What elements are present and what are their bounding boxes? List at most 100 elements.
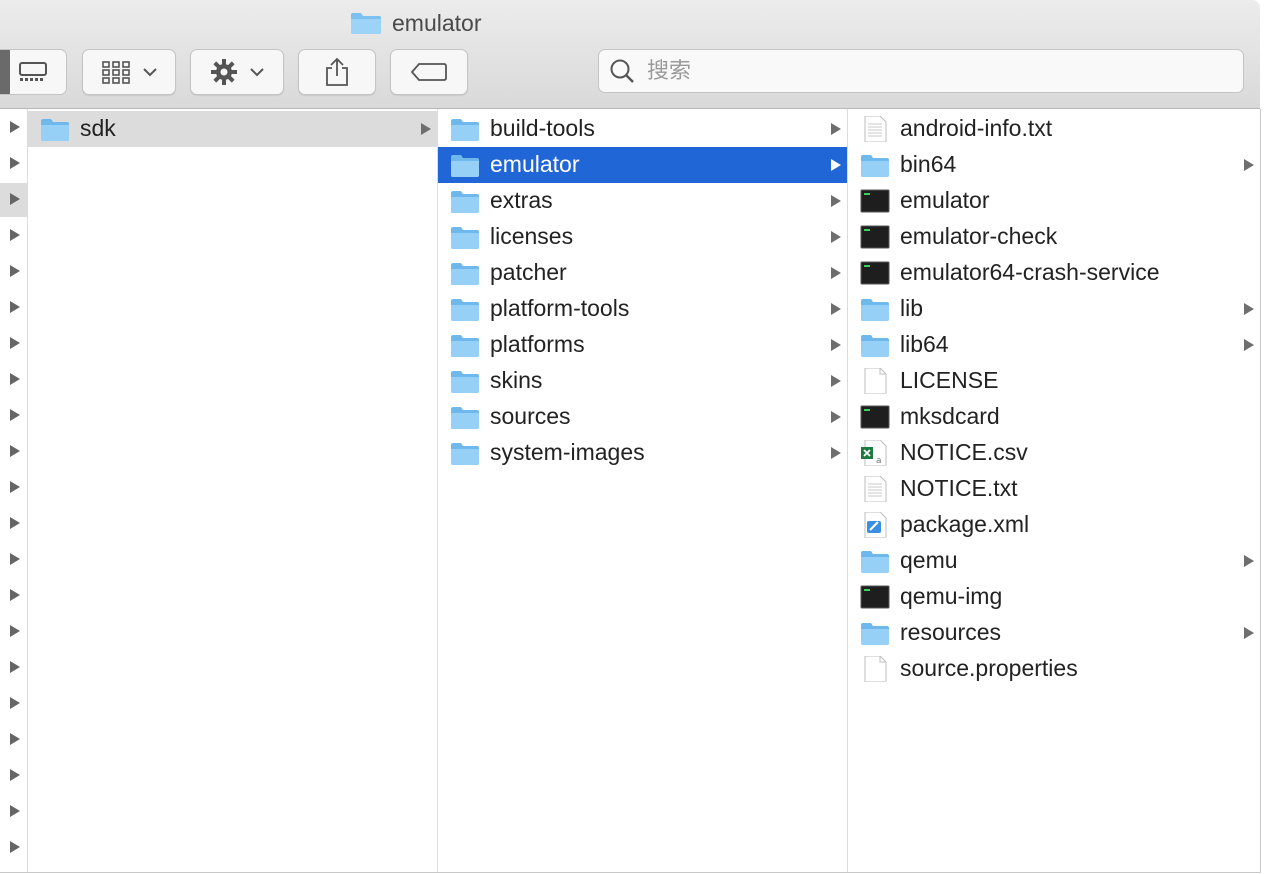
- sdk-column: sdk: [28, 109, 438, 872]
- parent-item-arrow-icon[interactable]: [10, 733, 20, 745]
- emulator-contents-item[interactable]: qemu-img: [848, 579, 1260, 615]
- parent-item-arrow-icon[interactable]: [10, 697, 20, 709]
- sdk-contents-item[interactable]: licenses: [438, 219, 847, 255]
- parent-item-arrow-icon[interactable]: [10, 769, 20, 781]
- parent-item-arrow-icon[interactable]: [10, 517, 20, 529]
- emulator-contents-item[interactable]: package.xml: [848, 507, 1260, 543]
- tags-button[interactable]: [390, 49, 468, 95]
- emulator-contents-item[interactable]: a NOTICE.csv: [848, 435, 1260, 471]
- terminal-exec-icon: [860, 405, 890, 429]
- search-input[interactable]: [645, 57, 1209, 85]
- sdk-contents-item[interactable]: sources: [438, 399, 847, 435]
- parent-column: [0, 109, 28, 872]
- emulator-contents-item[interactable]: emulator64-crash-service: [848, 255, 1260, 291]
- emulator-contents-item[interactable]: lib: [848, 291, 1260, 327]
- parent-item-arrow-icon[interactable]: [10, 625, 20, 637]
- item-label: NOTICE.txt: [900, 475, 1018, 501]
- item-label: LICENSE: [900, 367, 999, 393]
- gallery-view-icon: [19, 62, 47, 81]
- sdk-contents-item[interactable]: build-tools: [438, 111, 847, 147]
- parent-item-arrow-icon[interactable]: [10, 841, 20, 853]
- action-menu-button[interactable]: [190, 49, 284, 95]
- item-label: emulator-check: [900, 223, 1058, 249]
- search-icon: [610, 59, 634, 83]
- disclosure-arrow-icon: [1244, 159, 1254, 171]
- item-label: qemu-img: [900, 583, 1003, 609]
- sdk-contents-item[interactable]: system-images: [438, 435, 847, 471]
- folder-icon: [451, 335, 479, 357]
- folder-icon: [451, 443, 479, 465]
- folder-icon: [451, 299, 479, 321]
- disclosure-arrow-icon: [831, 447, 841, 459]
- item-label: licenses: [490, 223, 574, 249]
- emulator-contents-item[interactable]: android-info.txt: [848, 111, 1260, 147]
- disclosure-arrow-icon: [831, 123, 841, 135]
- parent-item-arrow-icon[interactable]: [10, 301, 20, 313]
- folder-icon: [861, 155, 889, 177]
- disclosure-arrow-icon: [1244, 627, 1254, 639]
- emulator-contents-item[interactable]: resources: [848, 615, 1260, 651]
- chevron-down-icon: [250, 68, 264, 77]
- folder-icon: [451, 407, 479, 429]
- parent-item-arrow-icon[interactable]: [10, 481, 20, 493]
- blank-file-icon: [864, 368, 887, 394]
- parent-item-arrow-icon[interactable]: [10, 409, 20, 421]
- item-label: platforms: [490, 331, 585, 357]
- sdk-contents-item[interactable]: extras: [438, 183, 847, 219]
- item-label: emulator64-crash-service: [900, 259, 1160, 285]
- emulator-contents-item[interactable]: bin64: [848, 147, 1260, 183]
- parent-item-arrow-icon[interactable]: [10, 373, 20, 385]
- terminal-exec-icon: [860, 261, 890, 285]
- sdk-contents-item[interactable]: platform-tools: [438, 291, 847, 327]
- emulator-contents-item[interactable]: LICENSE: [848, 363, 1260, 399]
- parent-item-arrow-icon[interactable]: [10, 805, 20, 817]
- sdk-contents-item[interactable]: skins: [438, 363, 847, 399]
- disclosure-arrow-icon: [831, 303, 841, 315]
- emulator-contents-item[interactable]: lib64: [848, 327, 1260, 363]
- parent-item-arrow-icon[interactable]: [10, 121, 20, 133]
- folder-icon: [861, 551, 889, 573]
- item-label: skins: [490, 367, 543, 393]
- parent-item-arrow-icon[interactable]: [10, 661, 20, 673]
- parent-item-arrow-icon[interactable]: [10, 265, 20, 277]
- sdk-contents-column: build-tools emulator extras licenses patcher…: [438, 109, 848, 872]
- sdk-contents-item[interactable]: emulator: [438, 147, 847, 183]
- parent-item-arrow-icon[interactable]: [10, 229, 20, 241]
- spreadsheet-file-icon: a: [861, 440, 887, 466]
- folder-icon: [861, 623, 889, 645]
- folder-icon: [351, 13, 381, 34]
- view-toggle-button[interactable]: [0, 49, 67, 95]
- share-icon: [326, 57, 348, 86]
- parent-item-arrow-icon[interactable]: [10, 193, 20, 205]
- item-label: NOTICE.csv: [900, 439, 1028, 465]
- disclosure-arrow-icon: [831, 375, 841, 387]
- parent-item-arrow-icon[interactable]: [10, 445, 20, 457]
- emulator-contents-item[interactable]: emulator-check: [848, 219, 1260, 255]
- emulator-contents-item[interactable]: qemu: [848, 543, 1260, 579]
- sdk-contents-item[interactable]: platforms: [438, 327, 847, 363]
- disclosure-arrow-icon: [831, 267, 841, 279]
- sdk-contents-item[interactable]: patcher: [438, 255, 847, 291]
- share-button[interactable]: [298, 49, 376, 95]
- group-by-button[interactable]: [82, 49, 176, 95]
- emulator-contents-item[interactable]: emulator: [848, 183, 1260, 219]
- item-label: resources: [900, 619, 1001, 645]
- window-title: emulator: [350, 8, 481, 38]
- emulator-contents-item[interactable]: NOTICE.txt: [848, 471, 1260, 507]
- search-field[interactable]: [598, 49, 1244, 93]
- folder-icon: [451, 191, 479, 213]
- text-file-icon: [864, 476, 887, 502]
- xml-file-icon: [864, 512, 887, 538]
- parent-item-arrow-icon[interactable]: [10, 553, 20, 565]
- parent-item-arrow-icon[interactable]: [10, 157, 20, 169]
- parent-item-arrow-icon[interactable]: [10, 589, 20, 601]
- item-label: system-images: [490, 439, 645, 465]
- item-label: android-info.txt: [900, 115, 1053, 141]
- parent-item-arrow-icon[interactable]: [10, 337, 20, 349]
- window-title-text: emulator: [392, 9, 482, 36]
- folder-icon: [451, 263, 479, 285]
- folder-icon: [861, 335, 889, 357]
- sdk-column-item[interactable]: sdk: [28, 111, 437, 147]
- emulator-contents-item[interactable]: source.properties: [848, 651, 1260, 687]
- emulator-contents-item[interactable]: mksdcard: [848, 399, 1260, 435]
